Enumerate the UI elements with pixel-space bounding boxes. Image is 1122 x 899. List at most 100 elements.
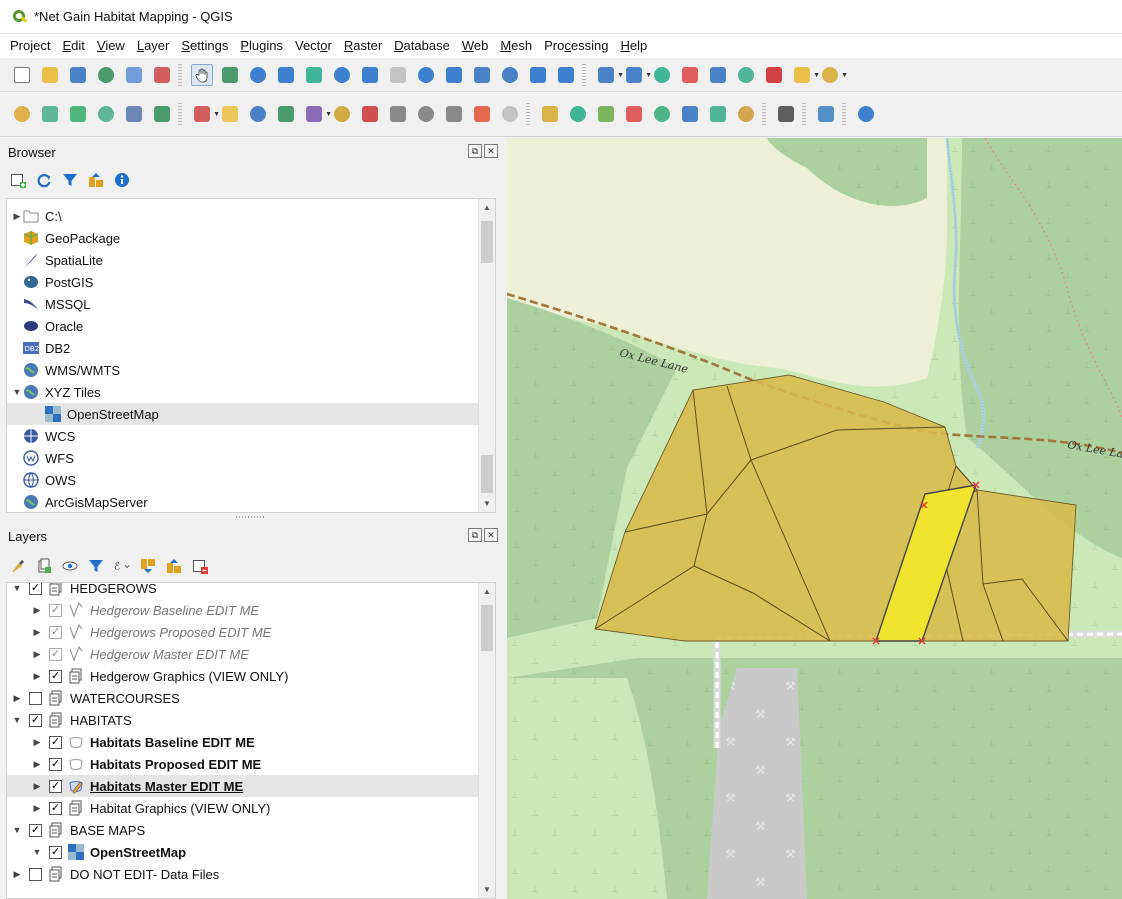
- collapse-all-icon[interactable]: [88, 172, 104, 188]
- browser-item[interactable]: OWS: [7, 469, 495, 491]
- browser-item[interactable]: WCS: [7, 425, 495, 447]
- save-edits-icon[interactable]: [247, 103, 269, 125]
- annotation-icon[interactable]: ▼: [791, 64, 820, 86]
- pan-map-icon[interactable]: [191, 63, 213, 86]
- layer-item[interactable]: ▶ ✓ Habitat Graphics (VIEW ONLY): [7, 797, 495, 819]
- statistics-icon[interactable]: [707, 64, 729, 86]
- layer-item[interactable]: ▶ ✓ Habitats Master EDIT ME: [7, 775, 495, 797]
- scroll-down-button[interactable]: ▼: [479, 495, 495, 512]
- layer-item[interactable]: ▶ ✓ Hedgerow Graphics (VIEW ONLY): [7, 665, 495, 687]
- browser-item[interactable]: WFS: [7, 447, 495, 469]
- browser-item[interactable]: WMS/WMTS: [7, 359, 495, 381]
- collapse-arrow-icon[interactable]: ▶: [31, 781, 43, 792]
- add-group-icon[interactable]: [36, 558, 52, 574]
- layers-tree[interactable]: ▼ ✓ HEDGEROWS ▶ ✓ Hedgerow Baseline EDIT ME ▶ ✓…: [6, 582, 496, 899]
- field-calculator-icon[interactable]: [679, 64, 701, 86]
- label-tool-icon[interactable]: [539, 103, 561, 125]
- layer-item[interactable]: ▼ ✓ HEDGEROWS: [7, 583, 495, 599]
- browser-item[interactable]: ArcGisMapServer: [7, 491, 495, 512]
- browser-item[interactable]: ▶ C:\: [7, 205, 495, 227]
- layer-item[interactable]: ▶ ✓ Hedgerow Master EDIT ME: [7, 643, 495, 665]
- expand-arrow-icon[interactable]: ▼: [11, 387, 23, 397]
- measure-icon[interactable]: [735, 64, 757, 86]
- open-attribute-table-icon[interactable]: [651, 64, 673, 86]
- layer-item[interactable]: ▶ ✓ Hedgerow Baseline EDIT ME: [7, 599, 495, 621]
- digitizing-icon[interactable]: [151, 103, 173, 125]
- manage-visibility-icon[interactable]: [62, 558, 78, 574]
- layer-item[interactable]: ▼ ✓ BASE MAPS: [7, 819, 495, 841]
- menu-mesh[interactable]: Mesh: [494, 34, 538, 58]
- layer-item[interactable]: ▶ ✓ Habitats Baseline EDIT ME: [7, 731, 495, 753]
- browser-item[interactable]: PostGIS: [7, 271, 495, 293]
- expand-arrow-icon[interactable]: ▼: [11, 583, 23, 593]
- layer-item[interactable]: ▶ ✓ Habitats Proposed EDIT ME: [7, 753, 495, 775]
- copy-features-icon[interactable]: [415, 103, 437, 125]
- browser-item[interactable]: ▼ XYZ Tiles: [7, 381, 495, 403]
- zoom-to-layer-icon[interactable]: [359, 64, 381, 86]
- layer-visibility-checkbox[interactable]: ✓: [49, 647, 62, 661]
- layer-item[interactable]: ▼ ✓ OpenStreetMap: [7, 841, 495, 863]
- new-spatialite-icon[interactable]: [95, 103, 117, 125]
- zoom-native-icon[interactable]: [387, 64, 409, 86]
- layer-item[interactable]: ▶ WATERCOURSES: [7, 687, 495, 709]
- redo-icon[interactable]: [499, 103, 521, 125]
- current-edits-icon[interactable]: ▼: [191, 103, 220, 125]
- vertex-tool-icon[interactable]: ▼: [303, 103, 332, 125]
- layer-visibility-checkbox[interactable]: ✓: [49, 801, 62, 815]
- layer-visibility-checkbox[interactable]: ✓: [29, 713, 42, 727]
- filter-legend-icon[interactable]: [88, 558, 104, 574]
- close-panel-button[interactable]: ✕: [484, 144, 498, 158]
- label-options-icon[interactable]: [735, 103, 757, 125]
- collapse-arrow-icon[interactable]: ▶: [31, 671, 43, 682]
- add-polygon-icon[interactable]: [275, 103, 297, 125]
- open-project-icon[interactable]: [39, 64, 61, 86]
- scroll-up-button[interactable]: ▲: [479, 199, 495, 216]
- menu-project[interactable]: Project: [4, 34, 56, 58]
- delete-selected-icon[interactable]: [359, 103, 381, 125]
- browser-item[interactable]: SpatiaLite: [7, 249, 495, 271]
- zoom-to-selection-icon[interactable]: [331, 64, 353, 86]
- expand-arrow-icon[interactable]: ▼: [31, 847, 43, 857]
- layer-visibility-checkbox[interactable]: ✓: [49, 779, 62, 793]
- layer-visibility-checkbox[interactable]: [29, 867, 42, 881]
- collapse-arrow-icon[interactable]: ▶: [31, 759, 43, 770]
- layer-visibility-checkbox[interactable]: [29, 691, 42, 705]
- menu-help[interactable]: Help: [614, 34, 653, 58]
- layout-manager-icon[interactable]: [123, 64, 145, 86]
- collapse-arrow-icon[interactable]: ▶: [31, 605, 43, 616]
- new-3d-view-icon[interactable]: [499, 64, 521, 86]
- identify-icon[interactable]: ▼: [595, 64, 624, 86]
- scroll-thumb[interactable]: [481, 605, 493, 651]
- browser-item[interactable]: Oracle: [7, 315, 495, 337]
- remove-layer-icon[interactable]: [192, 558, 208, 574]
- expand-all-icon[interactable]: [140, 558, 156, 574]
- browser-item[interactable]: OpenStreetMap: [7, 403, 495, 425]
- float-panel-button[interactable]: ⧉: [468, 144, 482, 158]
- style-manager-icon[interactable]: [10, 558, 26, 574]
- menu-web[interactable]: Web: [456, 34, 495, 58]
- zoom-in-icon[interactable]: [247, 64, 269, 86]
- show-hide-labels-icon[interactable]: [707, 103, 729, 125]
- menu-database[interactable]: Database: [388, 34, 456, 58]
- toggle-editing-icon[interactable]: [219, 103, 241, 125]
- collapse-arrow-icon[interactable]: ▶: [11, 869, 23, 880]
- expand-arrow-icon[interactable]: ▼: [11, 715, 23, 725]
- change-label-icon[interactable]: [679, 103, 701, 125]
- menu-view[interactable]: View: [91, 34, 131, 58]
- zoom-last-icon[interactable]: [415, 64, 437, 86]
- rotate-label-icon[interactable]: [651, 103, 673, 125]
- layer-visibility-checkbox[interactable]: ✓: [29, 583, 42, 595]
- refresh-icon[interactable]: [36, 172, 52, 188]
- select-features-icon[interactable]: ▼: [623, 64, 652, 86]
- toolbar-grip[interactable]: [842, 103, 846, 125]
- zoom-full-icon[interactable]: [303, 64, 325, 86]
- scroll-thumb[interactable]: [481, 221, 493, 263]
- layer-visibility-checkbox[interactable]: ✓: [49, 625, 62, 639]
- new-geopackage-icon[interactable]: [39, 103, 61, 125]
- filter-expression-icon[interactable]: ℰ: [114, 558, 130, 574]
- highlight-pinned-icon[interactable]: [595, 103, 617, 125]
- zoom-out-icon[interactable]: [275, 64, 297, 86]
- toolbar-grip[interactable]: [802, 103, 806, 125]
- layer-visibility-checkbox[interactable]: ✓: [49, 603, 62, 617]
- close-panel-button[interactable]: ✕: [484, 528, 498, 542]
